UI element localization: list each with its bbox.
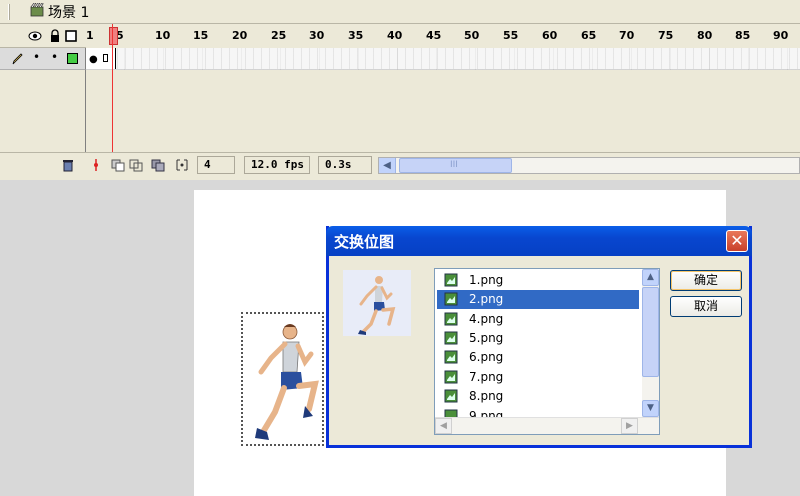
onion-skin-icon[interactable] bbox=[110, 157, 126, 173]
bitmap-file-icon bbox=[444, 389, 458, 403]
scene-icon bbox=[30, 3, 44, 17]
scrollbar-thumb[interactable]: III bbox=[399, 158, 512, 173]
timeline-panel: 1 5 10 15 20 25 30 35 40 45 50 55 60 65 70 75 80 85 90 • •… bbox=[0, 24, 800, 176]
timeline-scrollbar[interactable]: ◀ III bbox=[378, 157, 800, 174]
swap-bitmap-dialog: 交换位图 ✕ 1.png 2.png 4.png 5.png 6.png 7.p… bbox=[326, 226, 752, 448]
ruler-tick-label: 80 bbox=[697, 29, 713, 42]
lock-icon[interactable] bbox=[48, 29, 62, 43]
list-vertical-scrollbar[interactable]: ▲ ▼ bbox=[642, 269, 659, 417]
ok-button[interactable]: 确定 bbox=[670, 270, 742, 291]
list-item-selected[interactable]: 2.png bbox=[437, 290, 639, 309]
ruler-tick-label: 35 bbox=[348, 29, 364, 42]
current-frame-field: 4 bbox=[197, 156, 235, 174]
ruler-tick-label: 40 bbox=[387, 29, 403, 42]
scroll-right-arrow-icon[interactable]: ▶ bbox=[621, 418, 638, 434]
onion-markers-icon[interactable] bbox=[174, 157, 190, 173]
frame-ruler[interactable]: 1 5 10 15 20 25 30 35 40 45 50 55 60 65 70 75 80 85 90 bbox=[86, 24, 800, 48]
ruler-tick-label: 70 bbox=[619, 29, 635, 42]
playhead-handle[interactable] bbox=[109, 27, 118, 45]
list-scroll-thumb[interactable] bbox=[642, 287, 659, 377]
ruler-tick-label: 10 bbox=[155, 29, 171, 42]
bitmap-file-icon bbox=[444, 273, 458, 287]
pencil-icon bbox=[12, 53, 23, 65]
scroll-left-arrow-icon[interactable]: ◀ bbox=[379, 158, 396, 173]
ruler-tick-label: 1 bbox=[86, 29, 94, 42]
list-item[interactable]: 1.png bbox=[437, 271, 639, 290]
ruler-tick-label: 45 bbox=[426, 29, 442, 42]
lock-dot-icon[interactable]: • bbox=[51, 50, 58, 64]
end-frame-icon bbox=[103, 54, 108, 62]
timeline-header: 1 5 10 15 20 25 30 35 40 45 50 55 60 65 70 75 80 85 90 bbox=[0, 24, 800, 48]
ruler-tick-label: 85 bbox=[735, 29, 751, 42]
close-icon: ✕ bbox=[730, 231, 744, 250]
list-item[interactable]: 5.png bbox=[437, 329, 639, 348]
trash-icon[interactable] bbox=[60, 157, 76, 173]
cancel-button[interactable]: 取消 bbox=[670, 296, 742, 317]
ruler-tick-label: 50 bbox=[464, 29, 480, 42]
toolbar-grip bbox=[8, 4, 10, 20]
elapsed-time-field: 0.3s bbox=[318, 156, 372, 174]
layer-row[interactable]: • • bbox=[0, 48, 86, 70]
scene-bar: 场景 1 bbox=[0, 0, 800, 24]
ruler-tick-label: 75 bbox=[658, 29, 674, 42]
list-item[interactable]: 6.png bbox=[437, 348, 639, 367]
eye-icon[interactable] bbox=[28, 29, 42, 43]
ruler-tick-label: 60 bbox=[542, 29, 558, 42]
bitmap-file-icon bbox=[444, 409, 458, 417]
timeline-status-bar: 4 12.0 fps 0.3s ◀ III bbox=[0, 152, 800, 176]
dialog-titlebar[interactable]: 交换位图 ✕ bbox=[326, 226, 752, 256]
outline-icon[interactable] bbox=[64, 29, 78, 43]
bitmap-file-list[interactable]: 1.png 2.png 4.png 5.png 6.png 7.png 8.pn… bbox=[434, 268, 660, 435]
ruler-tick-label: 55 bbox=[503, 29, 519, 42]
close-button[interactable]: ✕ bbox=[726, 230, 748, 252]
bitmap-preview bbox=[343, 270, 411, 336]
scene-label[interactable]: 场景 1 bbox=[48, 2, 89, 22]
frame-rate-field[interactable]: 12.0 fps bbox=[244, 156, 310, 174]
bitmap-file-icon bbox=[444, 292, 458, 306]
runner-figure bbox=[255, 324, 319, 440]
preview-runner-figure bbox=[358, 276, 396, 335]
bitmap-file-icon bbox=[444, 312, 458, 326]
list-item[interactable]: 7.png bbox=[437, 368, 639, 387]
center-frame-icon[interactable] bbox=[88, 157, 104, 173]
bitmap-file-icon bbox=[444, 350, 458, 364]
edit-multiple-frames-icon[interactable] bbox=[150, 157, 166, 173]
onion-outline-icon[interactable] bbox=[128, 157, 144, 173]
ruler-tick-label: 90 bbox=[773, 29, 789, 42]
list-horizontal-scrollbar[interactable]: ◀ ▶ bbox=[435, 417, 659, 434]
scroll-down-arrow-icon[interactable]: ▼ bbox=[642, 400, 659, 417]
ruler-tick-label: 15 bbox=[193, 29, 209, 42]
visibility-dot-icon[interactable]: • bbox=[33, 50, 40, 64]
ruler-tick-label: 30 bbox=[309, 29, 325, 42]
playhead-line bbox=[112, 24, 113, 152]
dialog-title: 交换位图 bbox=[334, 233, 395, 251]
ruler-tick-label: 25 bbox=[271, 29, 287, 42]
runner-bitmap[interactable] bbox=[241, 312, 324, 446]
list-item[interactable]: 4.png bbox=[437, 310, 639, 329]
keyframe-dot-icon: ● bbox=[89, 54, 98, 65]
ruler-tick-label: 20 bbox=[232, 29, 248, 42]
bitmap-file-icon bbox=[444, 331, 458, 345]
list-item[interactable]: 8.png bbox=[437, 387, 639, 406]
ruler-tick-label: 65 bbox=[581, 29, 597, 42]
scroll-up-arrow-icon[interactable]: ▲ bbox=[642, 269, 659, 286]
layer-color-swatch[interactable] bbox=[67, 53, 78, 64]
scroll-left-arrow-icon[interactable]: ◀ bbox=[435, 418, 452, 434]
frame-row[interactable]: ● bbox=[86, 48, 800, 70]
bitmap-file-icon bbox=[444, 370, 458, 384]
list-item[interactable]: 9.png bbox=[437, 407, 639, 417]
